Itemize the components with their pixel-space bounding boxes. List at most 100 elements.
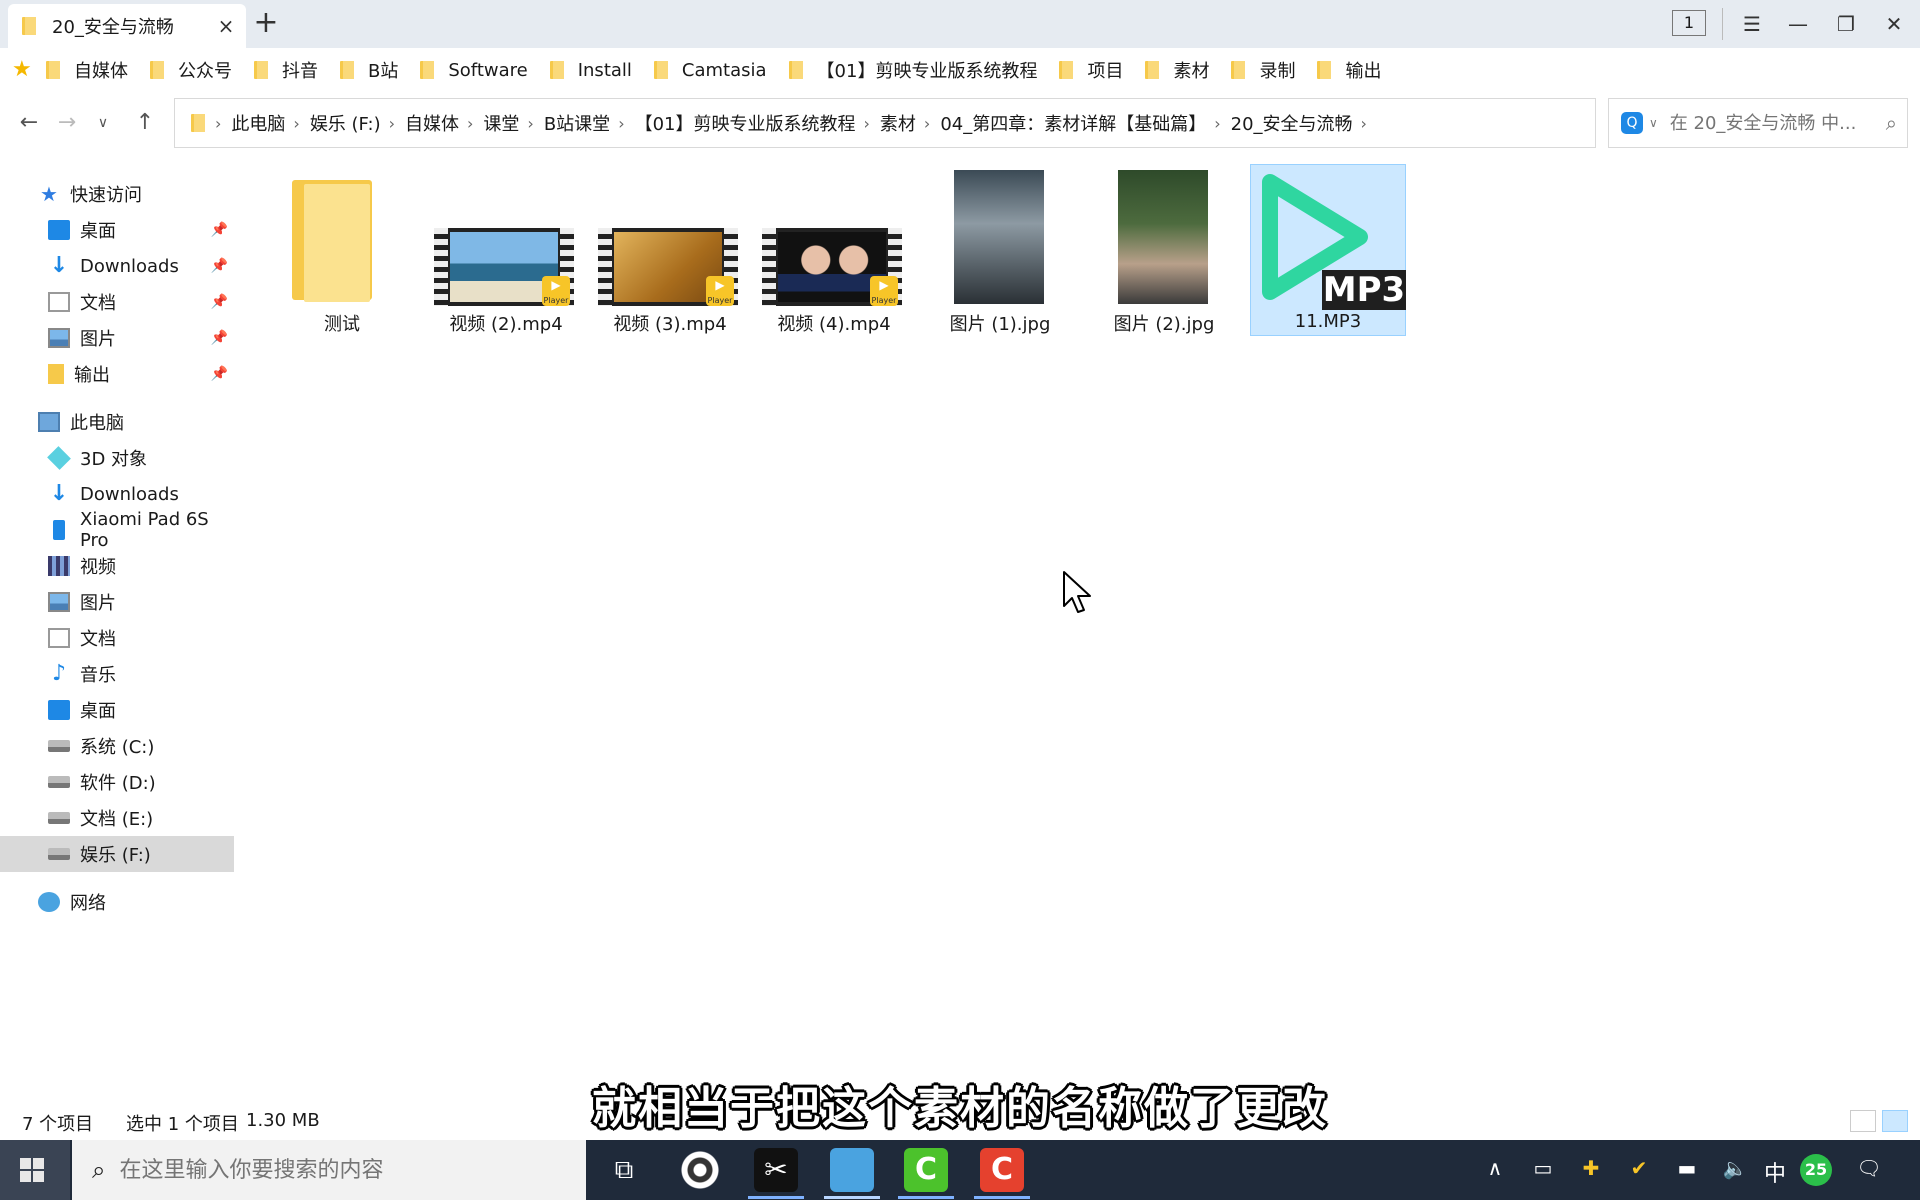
bookmark-item[interactable]: Software [420, 60, 528, 81]
bookmark-item[interactable]: Camtasia [653, 60, 767, 81]
breadcrumb-item[interactable]: 【01】剪映专业版系统教程 [635, 110, 856, 136]
breadcrumb-item[interactable]: 素材 [880, 110, 916, 136]
bookmark-item[interactable]: 录制 [1231, 57, 1295, 83]
bookmark-item[interactable]: B站 [340, 57, 398, 83]
pin-icon: 📌 [210, 258, 228, 274]
bookmark-item[interactable]: 公众号 [150, 57, 232, 83]
sidebar-item-downloads-pc[interactable]: ↓ Downloads [0, 476, 234, 512]
minimize-button[interactable]: — [1776, 6, 1820, 42]
window-counter[interactable]: 1 [1672, 10, 1706, 36]
up-arrow-icon[interactable]: ↑ [130, 108, 160, 138]
sidebar-item-drive-f[interactable]: 娱乐 (F:) [0, 836, 234, 872]
start-button[interactable] [0, 1140, 70, 1200]
volume-icon[interactable]: 🔈 [1720, 1156, 1750, 1180]
breadcrumb-item[interactable]: 04_第四章：素材详解【基础篇】 [940, 110, 1206, 136]
folder-icon [788, 61, 803, 79]
search-icon[interactable]: ⌕ [1886, 111, 1897, 135]
breadcrumb-item[interactable]: 此电脑 [231, 110, 285, 136]
taskbar-search-input[interactable] [119, 1157, 540, 1183]
bookmark-item[interactable]: 素材 [1145, 57, 1209, 83]
bookmark-item[interactable]: 项目 [1059, 57, 1123, 83]
sidebar-item-output[interactable]: 输出 📌 [0, 356, 234, 392]
breadcrumb-item[interactable]: 20_安全与流畅 [1231, 110, 1353, 136]
file-item-image-1[interactable]: 图片 (1).jpg [922, 164, 1078, 336]
chevron-up-icon[interactable]: ∧ [1480, 1156, 1510, 1180]
notification-count-badge[interactable]: 25 [1800, 1154, 1832, 1186]
file-name: 视频 (2).mp4 [449, 314, 563, 335]
breadcrumb-item[interactable]: 课堂 [483, 110, 519, 136]
star-icon: ★ [40, 182, 58, 206]
close-window-button[interactable]: ✕ [1872, 6, 1916, 42]
file-name: 图片 (1).jpg [949, 314, 1051, 335]
check-icon[interactable]: ✔ [1624, 1156, 1654, 1180]
capcut-app-icon[interactable]: ✂ [754, 1148, 798, 1192]
chevron-down-icon[interactable]: ∨ [1649, 116, 1658, 130]
sidebar-item-videos[interactable]: 视频 [0, 548, 234, 584]
forward-arrow-icon[interactable]: → [52, 108, 82, 138]
player-badge-icon: Player [870, 276, 898, 306]
sidebar-item-drive-c[interactable]: 系统 (C:) [0, 728, 234, 764]
navigation-pane: ★ 快速访问 桌面 📌 ↓ Downloads 📌 文档 📌 图片 📌 输出 📌… [0, 176, 234, 1126]
search-input[interactable] [1669, 112, 1860, 134]
display-icon[interactable]: ▭ [1528, 1156, 1558, 1180]
camtasia-red-app-icon[interactable]: C [980, 1148, 1024, 1192]
folder-icon [254, 61, 268, 79]
folder-icon [653, 61, 668, 79]
davinci-app-icon[interactable] [678, 1148, 722, 1192]
tab-current-folder[interactable]: 20_安全与流畅 × [8, 4, 246, 48]
taskbar-search[interactable]: ⌕ [72, 1140, 586, 1200]
sidebar-item-music[interactable]: ♪ 音乐 [0, 656, 234, 692]
sidebar-item-documents-pc[interactable]: 文档 [0, 620, 234, 656]
drive-icon [48, 848, 70, 860]
menu-button[interactable]: ☰ [1730, 6, 1774, 42]
sidebar-item-xiaomi-pad[interactable]: Xiaomi Pad 6S Pro [0, 509, 234, 551]
recent-chevron-down-icon[interactable]: ∨ [88, 108, 118, 138]
bookmark-item[interactable]: 抖音 [254, 57, 318, 83]
bookmark-item[interactable]: 输出 [1317, 57, 1381, 83]
drive-icon [48, 740, 70, 752]
bookmark-item[interactable]: 【01】剪映专业版系统教程 [788, 57, 1037, 83]
camtasia-green-app-icon[interactable]: C [904, 1148, 948, 1192]
bookmarks-bar: ★ 自媒体 公众号 抖音 B站 Software Install Camtasi… [0, 48, 1920, 92]
cube-icon [47, 446, 71, 470]
breadcrumb-item[interactable]: B站课堂 [544, 110, 610, 136]
sidebar-item-drive-e[interactable]: 文档 (E:) [0, 800, 234, 836]
sidebar-item-downloads[interactable]: ↓ Downloads 📌 [0, 248, 234, 284]
new-tab-button[interactable]: + [250, 6, 282, 40]
task-view-icon[interactable]: ⧉ [602, 1148, 646, 1192]
action-center-icon[interactable]: 🗨 [1854, 1156, 1884, 1180]
sidebar-item-3d-objects[interactable]: 3D 对象 [0, 440, 234, 476]
file-item-video-2[interactable]: Player 视频 (2).mp4 [428, 164, 584, 336]
file-explorer-app-icon[interactable] [830, 1148, 874, 1192]
sidebar-item-pictures[interactable]: 图片 📌 [0, 320, 234, 356]
close-tab-icon[interactable]: × [216, 16, 236, 36]
file-item-image-2[interactable]: 图片 (2).jpg [1086, 164, 1242, 336]
breadcrumb-item[interactable]: 自媒体 [405, 110, 459, 136]
folder-icon [1145, 61, 1160, 79]
file-item-folder[interactable]: 测试 [264, 164, 420, 336]
battery-icon[interactable]: ▬ [1672, 1156, 1702, 1180]
address-bar[interactable]: › 此电脑 › 娱乐 (F:) › 自媒体 › 课堂 › B站课堂 › 【01】剪映专业版… [174, 98, 1596, 148]
bookmark-item[interactable]: 自媒体 [46, 57, 128, 83]
file-item-video-4[interactable]: Player 视频 (4).mp4 [756, 164, 912, 336]
sidebar-item-pictures-pc[interactable]: 图片 [0, 584, 234, 620]
breadcrumb-item[interactable]: 娱乐 (F:) [310, 110, 381, 136]
ime-indicator[interactable]: 中 [1760, 1156, 1790, 1188]
restore-button[interactable]: ❐ [1824, 6, 1868, 42]
search-engine-icon[interactable]: Q [1621, 112, 1643, 134]
sidebar-item-documents[interactable]: 文档 📌 [0, 284, 234, 320]
sidebar-item-drive-d[interactable]: 软件 (D:) [0, 764, 234, 800]
drive-icon [48, 776, 70, 788]
back-arrow-icon[interactable]: ← [14, 108, 44, 138]
sidebar-item-this-pc[interactable]: 此电脑 [0, 404, 234, 440]
sidebar-item-desktop[interactable]: 桌面 📌 [0, 212, 234, 248]
sidebar-item-network[interactable]: 网络 [0, 884, 234, 920]
security-icon[interactable]: ✚ [1576, 1156, 1606, 1180]
search-box[interactable]: Q ∨ ⌕ [1608, 98, 1908, 148]
sidebar-item-desktop-pc[interactable]: 桌面 [0, 692, 234, 728]
sidebar-item-quick-access[interactable]: ★ 快速访问 [0, 176, 234, 212]
player-badge-icon: Player [706, 276, 734, 306]
file-item-video-3[interactable]: Player 视频 (3).mp4 [592, 164, 748, 336]
document-icon [48, 292, 70, 312]
bookmark-item[interactable]: Install [549, 60, 632, 81]
